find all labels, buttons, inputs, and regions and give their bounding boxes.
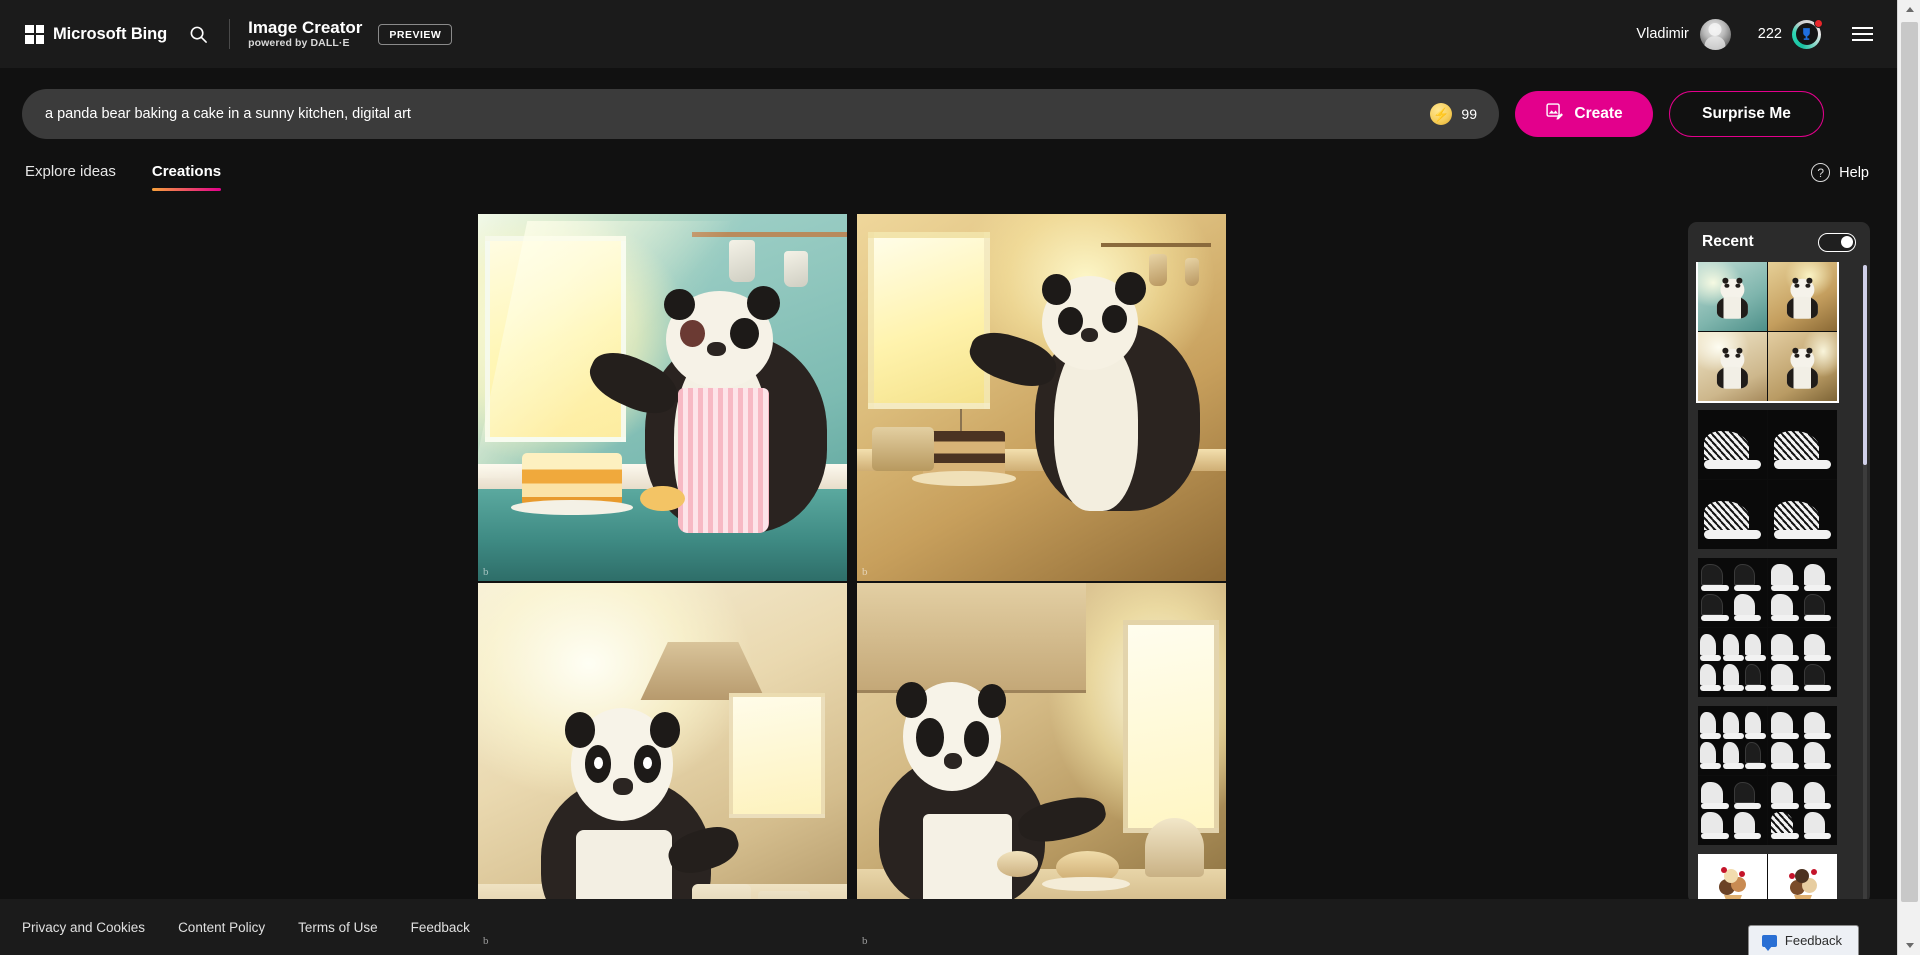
- hamburger-menu-icon[interactable]: [1845, 17, 1879, 51]
- artwork-panda-bright-kitchen: [478, 583, 847, 950]
- user-avatar[interactable]: [1699, 18, 1731, 50]
- thumbnail[interactable]: [1768, 332, 1837, 401]
- recent-group-panda-baking[interactable]: [1696, 262, 1839, 403]
- recent-title: Recent: [1702, 233, 1754, 250]
- thumbnail[interactable]: [1698, 558, 1767, 627]
- top-header: Microsoft Bing Image Creator powered by …: [0, 0, 1897, 68]
- artwork-panda-golden-kitchen: [857, 214, 1226, 581]
- footer-link-privacy[interactable]: Privacy and Cookies: [22, 920, 145, 935]
- feedback-button[interactable]: Feedback: [1747, 925, 1859, 955]
- recent-header: Recent: [1688, 222, 1870, 262]
- thumbnail[interactable]: [1768, 480, 1837, 549]
- recent-panel: Recent: [1688, 222, 1870, 904]
- user-name: Vladimir: [1636, 26, 1689, 42]
- recent-group-patterned-sneakers[interactable]: [1698, 410, 1837, 549]
- bing-logo-text: Microsoft Bing: [53, 24, 168, 43]
- thumbnail[interactable]: [1698, 706, 1767, 775]
- bing-watermark: b: [862, 566, 868, 578]
- thumbnail[interactable]: [1768, 262, 1837, 331]
- header-right-cluster: Vladimir 222: [1636, 17, 1879, 51]
- footer-link-feedback[interactable]: Feedback: [411, 920, 470, 935]
- boost-counter[interactable]: ⚡ 99: [1418, 103, 1477, 125]
- thumbnail[interactable]: [1768, 628, 1837, 697]
- header-divider: [229, 19, 231, 49]
- prompt-row: ⚡ 99 Create Surprise Me: [0, 85, 1897, 143]
- recent-thumbnail-list[interactable]: [1688, 262, 1870, 904]
- create-image-icon: [1545, 102, 1564, 126]
- thumbnail[interactable]: [1698, 410, 1767, 479]
- recent-group-ice-cream[interactable]: [1698, 854, 1837, 904]
- speech-bubble-icon: [1761, 934, 1777, 951]
- toggle-knob: [1840, 235, 1853, 248]
- creations-image-grid: b b b b: [478, 214, 1226, 950]
- footer-link-content-policy[interactable]: Content Policy: [178, 920, 265, 935]
- generated-image-4[interactable]: b: [857, 583, 1226, 950]
- question-circle-icon: ?: [1811, 163, 1831, 182]
- bing-logo[interactable]: Microsoft Bing: [25, 24, 168, 44]
- help-link[interactable]: ? Help: [1811, 163, 1869, 182]
- footer-link-terms[interactable]: Terms of Use: [298, 920, 378, 935]
- notification-dot: [1814, 18, 1823, 28]
- recent-group-sneaker-grid-2[interactable]: [1698, 706, 1837, 845]
- tab-creations[interactable]: Creations: [151, 163, 222, 191]
- thumbnail[interactable]: [1768, 410, 1837, 479]
- artwork-panda-teal-kitchen: [478, 214, 847, 581]
- surprise-me-label: Surprise Me: [1702, 105, 1791, 122]
- lightning-bolt-icon: ⚡: [1430, 103, 1453, 125]
- rewards-points: 222: [1757, 26, 1782, 42]
- app-subtitle: powered by DALL·E: [248, 37, 350, 50]
- thumbnail[interactable]: [1768, 558, 1837, 627]
- bing-watermark: b: [483, 935, 489, 947]
- tabs-bar: Explore ideas Creations ? Help: [0, 163, 1897, 205]
- help-label: Help: [1839, 164, 1869, 181]
- thumbnail[interactable]: [1768, 706, 1837, 775]
- boost-count: 99: [1461, 106, 1477, 122]
- thumbnail[interactable]: [1698, 854, 1767, 904]
- artwork-panda-window-kitchen: [857, 583, 1226, 950]
- app-branding: Image Creator powered by DALL·E: [248, 18, 362, 51]
- preview-badge[interactable]: PREVIEW: [378, 23, 453, 45]
- thumbnail[interactable]: [1698, 480, 1767, 549]
- scroll-up-arrow-icon[interactable]: [1898, 0, 1920, 19]
- recent-scrollbar-thumb[interactable]: [1863, 265, 1867, 465]
- thumbnail[interactable]: [1768, 854, 1837, 904]
- bing-watermark: b: [862, 935, 868, 947]
- page-content: Microsoft Bing Image Creator powered by …: [0, 0, 1897, 955]
- scrollbar-thumb[interactable]: [1901, 22, 1918, 902]
- prompt-input-container[interactable]: ⚡ 99: [22, 89, 1499, 139]
- search-icon[interactable]: [177, 13, 219, 55]
- thumbnail[interactable]: [1698, 628, 1767, 697]
- thumbnail[interactable]: [1768, 776, 1837, 845]
- rewards-trophy-icon[interactable]: [1792, 18, 1823, 49]
- thumbnail[interactable]: [1698, 262, 1767, 331]
- scroll-down-arrow-icon[interactable]: [1898, 936, 1920, 955]
- recent-group-sneaker-grid[interactable]: [1698, 558, 1837, 697]
- generated-image-3[interactable]: b: [478, 583, 847, 950]
- bing-image-creator-page: Microsoft Bing Image Creator powered by …: [0, 0, 1920, 955]
- feedback-button-label: Feedback: [1784, 933, 1842, 948]
- page-footer: Privacy and Cookies Content Policy Terms…: [0, 899, 1897, 955]
- microsoft-grid-icon: [25, 24, 44, 44]
- browser-scrollbar[interactable]: [1897, 0, 1920, 955]
- bing-watermark: b: [483, 566, 489, 578]
- generated-image-2[interactable]: b: [857, 214, 1226, 581]
- thumbnail[interactable]: [1698, 332, 1767, 401]
- recent-visibility-toggle[interactable]: [1818, 232, 1856, 252]
- thumbnail[interactable]: [1698, 776, 1767, 845]
- prompt-input[interactable]: [22, 89, 1419, 139]
- surprise-me-button[interactable]: Surprise Me: [1669, 91, 1824, 137]
- app-title: Image Creator: [248, 17, 363, 37]
- create-button-label: Create: [1574, 105, 1623, 122]
- create-button[interactable]: Create: [1515, 91, 1653, 137]
- tab-explore-ideas[interactable]: Explore ideas: [25, 163, 116, 191]
- generated-image-1[interactable]: b: [478, 214, 847, 581]
